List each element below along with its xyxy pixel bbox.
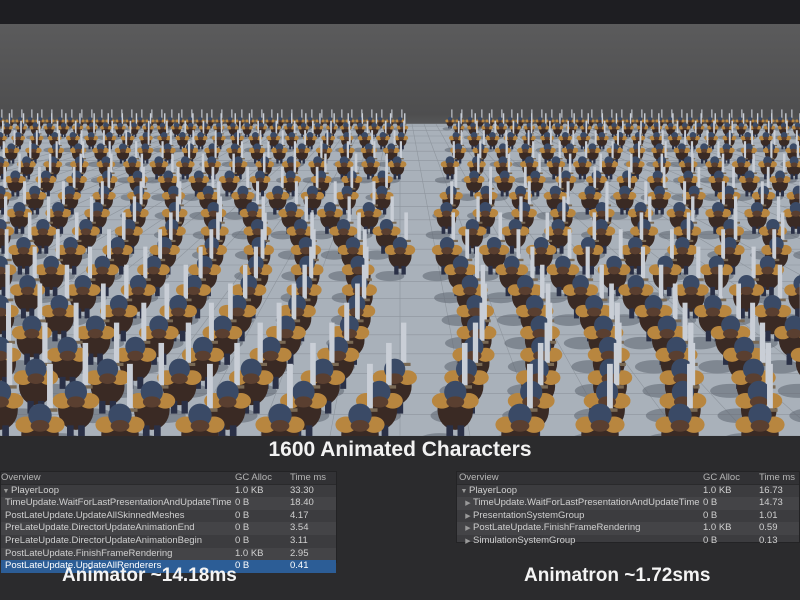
row-label: PreLateUpdate.DirectorUpdateAnimationBeg… — [5, 534, 202, 546]
row-time-ms: 33.30 — [290, 484, 314, 496]
caption-title: 1600 Animated Characters — [268, 438, 532, 461]
expand-right-icon[interactable]: ▶ — [463, 511, 473, 523]
row-gc-alloc: 1.0 KB — [235, 484, 264, 496]
row-gc-alloc: 0 B — [703, 509, 718, 521]
row-gc-alloc: 0 B — [235, 509, 250, 521]
column-overview[interactable]: Overview — [1, 472, 235, 484]
column-time-ms[interactable]: Time ms — [759, 472, 799, 484]
row-gc-alloc: 1.0 KB — [703, 484, 732, 496]
row-label: PreLateUpdate.DirectorUpdateAnimationEnd — [5, 522, 195, 534]
row-time-ms: 14.73 — [759, 497, 783, 509]
row-gc-alloc: 0 B — [703, 534, 718, 546]
row-time-ms: 16.73 — [759, 484, 783, 496]
row-label: PresentationSystemGroup — [473, 509, 585, 521]
row-time-ms: 0.59 — [759, 522, 778, 534]
row-label: PostLateUpdate.FinishFrameRendering — [473, 522, 641, 534]
animatron-timing-label: Animatron ~1.72sms — [524, 565, 711, 586]
row-time-ms: 3.11 — [290, 534, 308, 546]
expand-right-icon[interactable]: ▶ — [463, 536, 473, 548]
expand-down-icon[interactable]: ▼ — [1, 486, 11, 498]
profiler-header: Overview GC Alloc Time ms — [457, 472, 799, 485]
row-label: TimeUpdate.WaitForLastPresentationAndUpd… — [473, 497, 700, 509]
profiler-row[interactable]: ▶ TimeUpdate.WaitForLastPresentationAndUp… — [457, 497, 799, 510]
row-label: PlayerLoop — [469, 484, 518, 496]
row-time-ms: 0.13 — [759, 534, 778, 546]
row-label: SimulationSystemGroup — [473, 534, 576, 546]
row-gc-alloc: 0 B — [235, 560, 250, 572]
row-label: PostLateUpdate.UpdateAllSkinnedMeshes — [5, 509, 185, 521]
row-time-ms: 2.95 — [290, 547, 309, 559]
row-name: PostLateUpdate.UpdateAllSkinnedMeshes — [1, 510, 235, 523]
row-name: ▶ SimulationSystemGroup — [457, 535, 703, 548]
row-time-ms: 4.17 — [290, 509, 309, 521]
profiler-row[interactable]: TimeUpdate.WaitForLastPresentationAndUpd… — [1, 497, 336, 510]
column-gc-alloc[interactable]: GC Alloc — [235, 472, 290, 484]
row-name: PreLateUpdate.DirectorUpdateAnimationBeg… — [1, 535, 235, 548]
row-gc-alloc: 0 B — [235, 522, 250, 534]
row-gc-alloc: 0 B — [703, 497, 718, 509]
profiler-row[interactable]: PreLateUpdate.DirectorUpdateAnimationBeg… — [1, 535, 336, 548]
profiler-row[interactable]: ▼ PlayerLoop 1.0 KB 16.73 — [457, 485, 799, 498]
column-gc-alloc[interactable]: GC Alloc — [703, 472, 759, 484]
expand-down-icon[interactable]: ▼ — [459, 486, 469, 498]
game-view — [0, 24, 800, 436]
profiler-panel-animatron[interactable]: Overview GC Alloc Time ms ▼ PlayerLoop 1.0… — [456, 471, 800, 546]
profiler-panel-animator[interactable]: Overview GC Alloc Time ms ▼ PlayerLoop 1.0… — [0, 471, 337, 573]
profiler-row[interactable]: PostLateUpdate.UpdateAllSkinnedMeshes 0 B… — [1, 510, 336, 523]
profiler-header: Overview GC Alloc Time ms — [1, 472, 336, 485]
row-name: PreLateUpdate.DirectorUpdateAnimationEnd — [1, 522, 235, 535]
row-time-ms: 1.01 — [759, 509, 778, 521]
row-name: PostLateUpdate.FinishFrameRendering — [1, 548, 235, 561]
profiler-row[interactable]: ▼ PlayerLoop 1.0 KB 33.30 — [1, 485, 336, 498]
expand-right-icon[interactable]: ▶ — [463, 498, 473, 510]
row-gc-alloc: 1.0 KB — [235, 547, 264, 559]
row-label: TimeUpdate.WaitForLastPresentationAndUpd… — [5, 497, 232, 509]
character-crowd — [0, 109, 800, 436]
row-name: ▼ PlayerLoop — [457, 485, 703, 498]
row-gc-alloc: 0 B — [235, 534, 250, 546]
row-time-ms: 3.54 — [290, 522, 309, 534]
animator-timing-label: Animator ~14.18ms — [62, 565, 237, 586]
profiler-row[interactable]: ▶ PresentationSystemGroup 0 B 1.01 — [457, 510, 799, 523]
column-time-ms[interactable]: Time ms — [290, 472, 336, 484]
row-name: ▼ PlayerLoop — [1, 485, 235, 498]
row-name: ▶ PostLateUpdate.FinishFrameRendering — [457, 522, 703, 535]
profiler-row[interactable]: PostLateUpdate.FinishFrameRendering 1.0 K… — [1, 547, 336, 561]
row-time-ms: 0.41 — [290, 560, 309, 572]
profiler-row[interactable]: PreLateUpdate.DirectorUpdateAnimationEnd… — [1, 522, 336, 535]
profiler-row[interactable]: ▶ PostLateUpdate.FinishFrameRendering 1.0 … — [457, 522, 799, 535]
column-overview[interactable]: Overview — [457, 472, 703, 484]
row-name: TimeUpdate.WaitForLastPresentationAndUpd… — [1, 497, 235, 510]
row-gc-alloc: 1.0 KB — [703, 522, 732, 534]
top-bar — [0, 0, 800, 24]
row-label: PostLateUpdate.FinishFrameRendering — [5, 547, 173, 559]
row-name: ▶ PresentationSystemGroup — [457, 510, 703, 523]
expand-right-icon[interactable]: ▶ — [463, 523, 473, 535]
row-name: ▶ TimeUpdate.WaitForLastPresentationAndUp… — [457, 497, 703, 510]
profiler-row[interactable]: ▶ SimulationSystemGroup 0 B 0.13 — [457, 535, 799, 548]
row-gc-alloc: 0 B — [235, 497, 250, 509]
row-time-ms: 18.40 — [290, 497, 314, 509]
row-label: PlayerLoop — [11, 484, 60, 496]
